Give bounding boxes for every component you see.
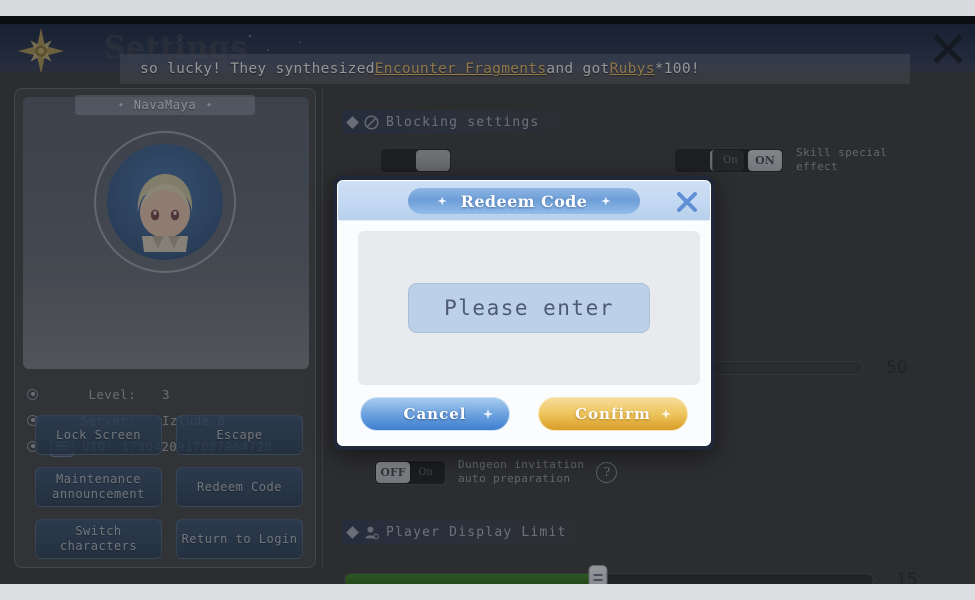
dialog-actions: Cancel Confirm	[338, 397, 710, 431]
dialog-title-bar: Redeem Code	[338, 181, 710, 221]
confirm-button[interactable]: Confirm	[538, 397, 688, 431]
redeem-code-input[interactable]: Please enter	[408, 283, 650, 333]
sparkle-icon-left	[437, 196, 447, 206]
sparkle-icon-right	[601, 196, 611, 206]
cancel-button-label: Cancel	[403, 405, 467, 423]
bottom-letterbox	[0, 584, 975, 600]
dialog-inner: Redeem Code Please enter Cancel Confirm	[337, 180, 711, 446]
redeem-code-dialog: Redeem Code Please enter Cancel Confirm	[333, 176, 715, 450]
cancel-button[interactable]: Cancel	[360, 397, 510, 431]
dialog-input-area: Please enter	[358, 231, 700, 385]
game-screen: Settings so lucky! They synthesized Enco…	[0, 0, 975, 600]
sparkle-icon	[661, 409, 671, 419]
dialog-title-pill: Redeem Code	[408, 188, 640, 214]
game-canvas: Settings so lucky! They synthesized Enco…	[0, 16, 975, 584]
dialog-title: Redeem Code	[460, 191, 588, 211]
close-x-icon[interactable]	[674, 189, 700, 215]
confirm-button-label: Confirm	[575, 405, 651, 423]
sparkle-icon	[483, 409, 493, 419]
